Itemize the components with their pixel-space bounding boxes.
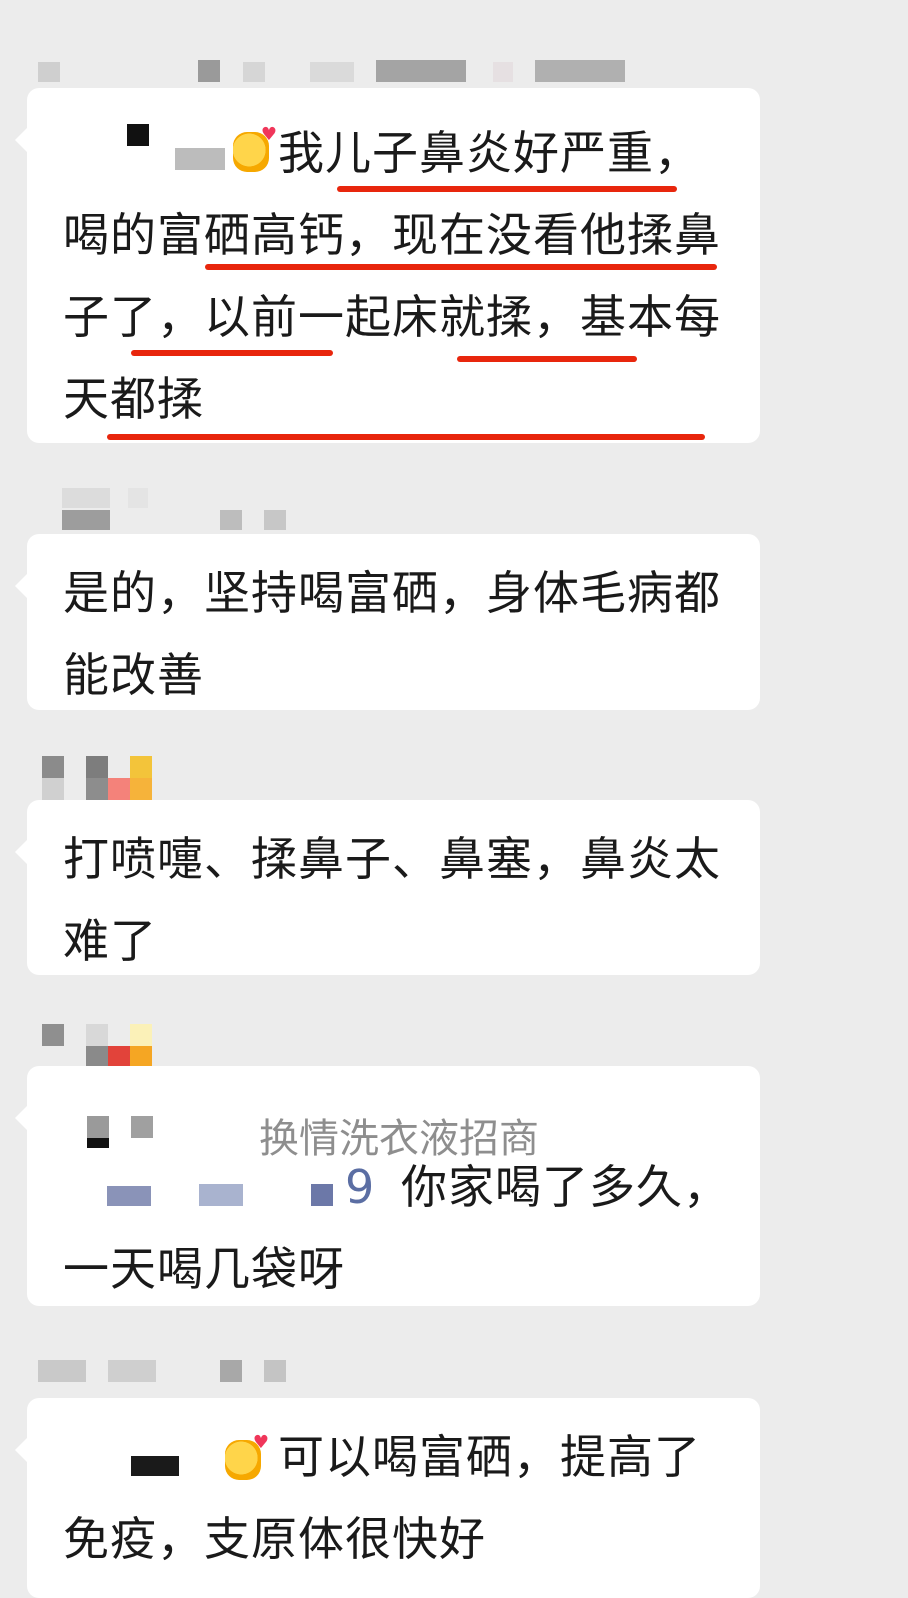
- highlight-underline: [457, 356, 637, 362]
- message-text: 打喷嚏、揉鼻子、鼻塞，鼻炎太难了: [63, 832, 721, 968]
- message-bubble[interactable]: 打喷嚏、揉鼻子、鼻塞，鼻炎太难了: [15, 800, 760, 975]
- message-bubble[interactable]: 我儿子鼻炎好严重，喝的富硒高钙，现在没看他揉鼻子了，以前一起床就揉，基本每天都揉: [15, 88, 760, 443]
- message-bubble[interactable]: 换情洗衣液招商 9 你家喝了多久，一天喝几袋呀: [15, 1066, 760, 1306]
- sender-name-blurred: [38, 58, 638, 86]
- message-text: 是的，坚持喝富硒，身体毛病都能改善: [63, 566, 721, 702]
- sender-name-blurred: [38, 1024, 238, 1068]
- message-text: 可以喝富硒，提高了免疫，支原体很快好: [63, 1430, 701, 1566]
- message-bubble[interactable]: 可以喝富硒，提高了免疫，支原体很快好: [15, 1398, 760, 1598]
- message-bubble[interactable]: 是的，坚持喝富硒，身体毛病都能改善: [15, 534, 760, 710]
- highlight-underline: [131, 350, 333, 356]
- message-text: 我儿子鼻炎好严重，喝的富硒高钙，现在没看他揉鼻子了，以前一起床就揉，基本每天都揉: [63, 126, 721, 426]
- sender-name-blurred: [38, 488, 338, 530]
- message-text: 你家喝了多久，一天喝几袋呀: [63, 1160, 730, 1296]
- sender-name-blurred: [38, 1360, 338, 1388]
- sender-name-blurred: [38, 756, 238, 800]
- highlight-underline: [205, 264, 717, 270]
- highlight-underline: [107, 434, 705, 440]
- highlight-underline: [337, 186, 677, 192]
